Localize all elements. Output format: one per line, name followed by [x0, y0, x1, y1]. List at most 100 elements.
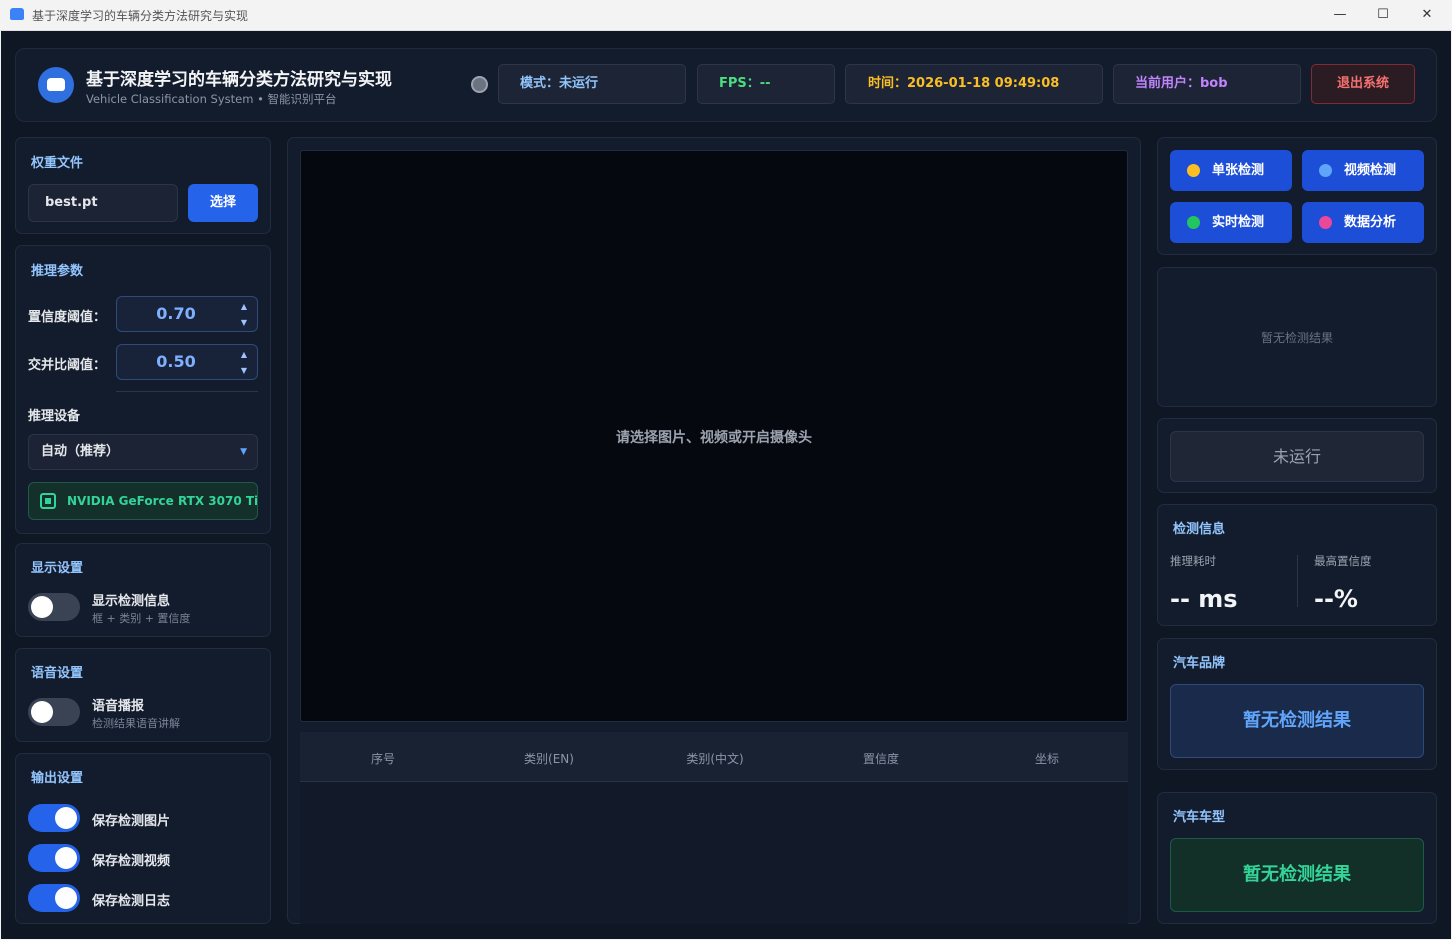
spin-down-icon[interactable]: ▼: [241, 318, 247, 327]
inference-panel: 推理参数 置信度阈值： 0.70 ▲ ▼ 交并比阈值： 0.50 ▲ ▼ 推理设…: [15, 245, 271, 534]
gpu-name: NVIDIA GeForce RTX 3070 Ti: [67, 494, 258, 508]
iou-threshold-label: 交并比阈值：: [28, 358, 107, 373]
minimize-button[interactable]: —: [1326, 4, 1354, 26]
app-subtitle: Vehicle Classification System • 智能识别平台: [86, 92, 337, 106]
brand-panel: 汽车品牌 暂无检测结果: [1157, 638, 1437, 770]
column-header[interactable]: 序号: [300, 750, 466, 767]
realtime-detect-label: 实时检测: [1212, 215, 1265, 230]
chevron-down-icon: ▼: [240, 447, 247, 457]
result-empty-text: 暂无检测结果: [1260, 331, 1333, 345]
results-table-body[interactable]: [300, 782, 1128, 924]
display-heading: 显示设置: [31, 561, 84, 576]
max-confidence-label: 最高置信度: [1314, 554, 1372, 568]
car-icon: [10, 8, 24, 20]
device-select-value: 自动（推荐）: [41, 444, 120, 459]
divider: [1297, 555, 1298, 607]
detect-info-heading: 检测信息: [1173, 522, 1226, 537]
window-title: 基于深度学习的车辆分类方法研究与实现: [32, 9, 249, 23]
brand-heading: 汽车品牌: [1173, 656, 1226, 671]
voice-sub: 检测结果语音讲解: [92, 717, 180, 730]
spin-down-icon[interactable]: ▼: [241, 366, 247, 375]
voice-toggle[interactable]: [28, 698, 80, 726]
toggle-knob: [55, 847, 77, 869]
data-analysis-button[interactable]: 数据分析: [1302, 202, 1424, 243]
brand-result: 暂无检测结果: [1170, 684, 1424, 758]
app-root: 基于深度学习的车辆分类方法研究与实现 Vehicle Classificatio…: [1, 31, 1451, 939]
dot-icon: [1319, 164, 1332, 177]
model-heading: 汽车车型: [1173, 810, 1226, 825]
preview-placeholder: 请选择图片、视频或开启摄像头: [616, 430, 812, 446]
single-detect-button[interactable]: 单张检测: [1170, 150, 1292, 191]
device-select[interactable]: 自动（推荐） ▼: [28, 434, 258, 470]
column-header[interactable]: 类别(中文): [632, 750, 798, 767]
model-result: 暂无检测结果: [1170, 838, 1424, 912]
toggle-knob: [31, 701, 53, 723]
voice-heading: 语音设置: [31, 666, 84, 681]
car-logo-icon: [38, 67, 74, 103]
time-status: 时间：2026-01-18 09:49:08: [845, 64, 1103, 104]
run-panel: 未运行: [1157, 418, 1437, 493]
save-log-label: 保存检测日志: [92, 894, 171, 909]
mode-status: 模式：未运行: [498, 64, 686, 104]
display-info-label: 显示检测信息: [92, 594, 171, 609]
toggle-knob: [31, 596, 53, 618]
toggle-knob: [55, 807, 77, 829]
save-image-label: 保存检测图片: [92, 814, 171, 829]
weights-panel: 权重文件 best.pt 选择: [15, 137, 271, 234]
toggle-knob: [55, 887, 77, 909]
iou-threshold-spinbox[interactable]: 0.50 ▲ ▼: [116, 344, 258, 380]
spin-up-icon[interactable]: ▲: [241, 350, 247, 359]
current-user: 当前用户：bob: [1113, 64, 1301, 104]
dot-icon: [1319, 216, 1332, 229]
spin-up-icon[interactable]: ▲: [241, 302, 247, 311]
conf-threshold-spinbox[interactable]: 0.70 ▲ ▼: [116, 296, 258, 332]
column-header[interactable]: 类别(EN): [466, 750, 632, 767]
run-status-button[interactable]: 未运行: [1170, 431, 1424, 482]
divider: [116, 391, 258, 392]
detect-info-panel: 检测信息 推理耗时 -- ms 最高置信度 --%: [1157, 504, 1437, 626]
iou-threshold-value: 0.50: [156, 352, 196, 371]
save-image-toggle[interactable]: [28, 804, 80, 832]
app-title: 基于深度学习的车辆分类方法研究与实现: [86, 70, 392, 90]
select-weight-button[interactable]: 选择: [188, 184, 258, 222]
gpu-info: NVIDIA GeForce RTX 3070 Ti: [28, 482, 258, 520]
display-info-toggle[interactable]: [28, 593, 80, 621]
display-panel: 显示设置 显示检测信息 框 + 类别 + 置信度: [15, 543, 271, 637]
fps-status: FPS：--: [697, 64, 835, 104]
chip-icon: [40, 493, 56, 509]
results-table-header: 序号 类别(EN) 类别(中文) 置信度 坐标: [300, 732, 1128, 782]
window-titlebar: 基于深度学习的车辆分类方法研究与实现 — ☐ ✕: [0, 0, 1452, 31]
column-header[interactable]: 置信度: [798, 750, 964, 767]
save-log-toggle[interactable]: [28, 884, 80, 912]
model-panel: 汽车车型 暂无检测结果: [1157, 792, 1437, 924]
realtime-detect-button[interactable]: 实时检测: [1170, 202, 1292, 243]
column-header[interactable]: 坐标: [964, 750, 1130, 767]
conf-threshold-label: 置信度阈值：: [28, 310, 107, 325]
output-panel: 输出设置 保存检测图片 保存检测视频 保存检测日志: [15, 753, 271, 924]
close-button[interactable]: ✕: [1413, 4, 1441, 26]
save-video-label: 保存检测视频: [92, 854, 171, 869]
inference-heading: 推理参数: [31, 264, 84, 279]
voice-label: 语音播报: [92, 699, 145, 714]
maximize-button[interactable]: ☐: [1369, 4, 1397, 26]
conf-threshold-value: 0.70: [156, 304, 196, 323]
header-bar: 基于深度学习的车辆分类方法研究与实现 Vehicle Classificatio…: [15, 48, 1437, 122]
weight-file-field[interactable]: best.pt: [28, 184, 178, 222]
dot-icon: [1187, 164, 1200, 177]
status-indicator-icon: [471, 76, 488, 93]
mode-panel: 单张检测 视频检测 实时检测 数据分析: [1157, 137, 1437, 255]
voice-panel: 语音设置 语音播报 检测结果语音讲解: [15, 648, 271, 742]
weights-heading: 权重文件: [31, 156, 84, 171]
output-heading: 输出设置: [31, 771, 84, 786]
save-video-toggle[interactable]: [28, 844, 80, 872]
inference-time-value: -- ms: [1170, 585, 1238, 613]
data-analysis-label: 数据分析: [1344, 215, 1397, 230]
display-info-sub: 框 + 类别 + 置信度: [92, 612, 191, 625]
video-detect-button[interactable]: 视频检测: [1302, 150, 1424, 191]
device-label: 推理设备: [28, 409, 81, 424]
video-detect-label: 视频检测: [1344, 163, 1397, 178]
dot-icon: [1187, 216, 1200, 229]
preview-canvas[interactable]: 请选择图片、视频或开启摄像头: [300, 150, 1128, 722]
inference-time-label: 推理耗时: [1170, 554, 1216, 568]
logout-button[interactable]: 退出系统: [1311, 64, 1415, 104]
